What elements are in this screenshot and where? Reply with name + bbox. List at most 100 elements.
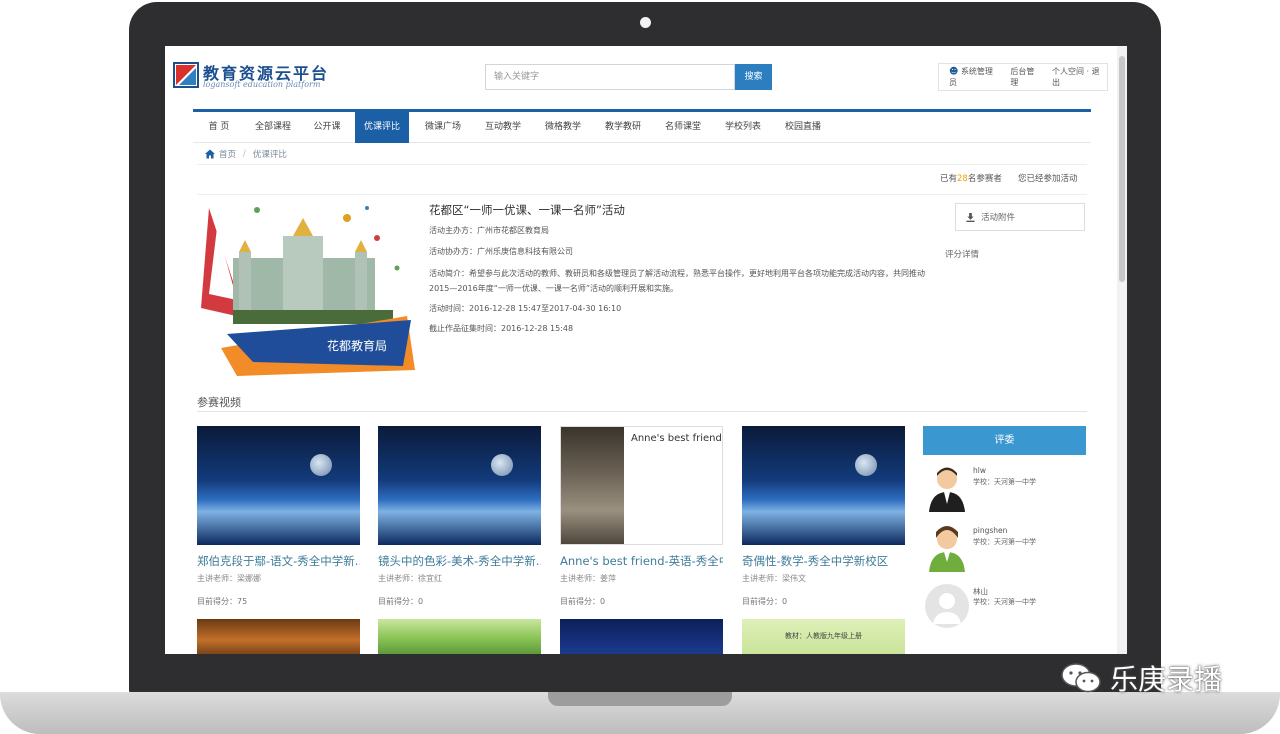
attachment-label: 活动附件 xyxy=(981,213,1016,223)
activity-time: 活动时间：2016-12-28 15:47至2017-04-30 16:10 xyxy=(429,304,622,313)
judges-header: 评委 xyxy=(923,426,1086,455)
banner-text: 花都教育局 xyxy=(327,338,387,353)
avatar xyxy=(925,524,969,572)
judge-item[interactable]: pingshen 学校：天河第一中学 xyxy=(923,524,1086,576)
wechat-icon xyxy=(1061,663,1101,693)
search-button[interactable]: 搜索 xyxy=(735,64,772,90)
user-menu: ☻ 系统管理员 后台管理 个人空间 · 退出 xyxy=(938,63,1108,91)
video-teacher: 主讲老师：徐宜红 xyxy=(378,574,442,583)
activity-intro: 活动简介：希望参与此次活动的教师、教研员和各级管理员了解活动流程，熟悉平台操作，… xyxy=(429,269,925,293)
nav-item-microteaching[interactable]: 微格教学 xyxy=(535,112,591,143)
video-title[interactable]: 郑伯克段于鄢-语文-秀全中学新... xyxy=(197,553,360,569)
video-teacher: 主讲老师：姜萍 xyxy=(560,574,616,583)
divider xyxy=(197,164,1087,165)
site-header: 教育资源云平台 logansoft education platform 输入关… xyxy=(165,46,1127,108)
user-icon: ☻ xyxy=(949,67,959,77)
nav-item-research[interactable]: 教学教研 xyxy=(595,112,651,143)
space-link[interactable]: 个人空间 · 退出 xyxy=(1052,66,1107,88)
judge-name: 林山 xyxy=(973,587,988,596)
video-title[interactable]: 镜头中的色彩-美术-秀全中学新... xyxy=(378,553,541,569)
attachment-button[interactable]: 活动附件 xyxy=(955,203,1085,231)
moon-graphic xyxy=(310,454,332,476)
judge-name: pingshen xyxy=(973,526,1008,535)
divider xyxy=(197,411,1087,412)
nav-item-live[interactable]: 校园直播 xyxy=(775,112,831,143)
video-teacher: 主讲老师：梁伟文 xyxy=(742,574,806,583)
webcam-icon xyxy=(640,17,651,28)
logo-subtitle: logansoft education platform xyxy=(203,80,321,89)
breadcrumb-current: 优课评比 xyxy=(252,150,287,160)
section-title: 参赛视频 xyxy=(197,396,241,409)
breadcrumb: 首页 / 优课评比 xyxy=(205,148,287,160)
avatar xyxy=(925,464,969,512)
video-thumbnail[interactable] xyxy=(197,426,360,545)
video-score: 目前得分：75 xyxy=(197,597,248,606)
judge-school: 学校：天河第一中学 xyxy=(973,598,1036,606)
video-title[interactable]: 奇偶性-数学-秀全中学新校区 xyxy=(742,553,905,569)
score-detail-link[interactable]: 评分详情 xyxy=(945,248,979,260)
nav-item-competition[interactable]: 优课评比 xyxy=(355,112,409,143)
nav-item-interactive[interactable]: 互动教学 xyxy=(475,112,531,143)
activity-organizer: 活动主办方：广州市花都区教育局 xyxy=(429,226,549,235)
user-link[interactable]: ☻ 系统管理员 xyxy=(949,66,1000,88)
laptop-notch xyxy=(548,692,732,706)
browser-screen: 教育资源云平台 logansoft education platform 输入关… xyxy=(165,46,1127,654)
watermark: 乐庚录播 xyxy=(1060,658,1222,698)
stats-count: 28 xyxy=(957,174,968,184)
space-label: 个人空间 xyxy=(1051,67,1084,76)
video-card[interactable]: 奇偶性-数学-秀全中学新校区 主讲老师：梁伟文 目前得分：0 xyxy=(742,426,905,607)
thumbnail-caption: 教材：人教版九年级上册 xyxy=(785,632,862,640)
video-card[interactable]: 郑伯克段于鄢-语文-秀全中学新... 主讲老师：梁娜娜 目前得分：75 xyxy=(197,426,360,607)
portrait-photo xyxy=(561,427,624,544)
nav-item-home[interactable]: 首 页 xyxy=(193,112,245,143)
video-thumbnail[interactable]: Anne's best friend xyxy=(560,426,723,545)
logo-icon xyxy=(173,62,199,88)
judge-item[interactable]: 林山 学校：天河第一中学 xyxy=(923,584,1086,636)
video-thumbnail[interactable] xyxy=(742,426,905,545)
admin-link[interactable]: 后台管理 xyxy=(1010,66,1042,88)
stats-suffix: 名参赛者 xyxy=(967,174,1002,184)
video-thumbnail[interactable] xyxy=(560,619,723,654)
joined-status: 您已经参加活动 xyxy=(1018,174,1078,184)
scrollbar-thumb[interactable] xyxy=(1119,56,1125,282)
breadcrumb-separator: / xyxy=(243,149,246,159)
activity-title: 花都区“一师一优课、一课一名师”活动 xyxy=(429,203,625,217)
nav-item-open-class[interactable]: 公开课 xyxy=(301,112,353,143)
participant-count: 已有28名参赛者 xyxy=(940,172,1002,184)
stats-prefix: 已有 xyxy=(940,174,958,184)
breadcrumb-home[interactable]: 首页 xyxy=(219,148,236,160)
video-thumbnail[interactable] xyxy=(378,619,541,654)
video-score: 目前得分：0 xyxy=(742,597,788,606)
moon-graphic xyxy=(855,454,877,476)
video-title[interactable]: Anne's best friend-英语-秀全中... xyxy=(560,553,723,569)
home-icon xyxy=(205,149,215,159)
nav-item-famous-teachers[interactable]: 名师课堂 xyxy=(655,112,711,143)
video-teacher: 主讲老师：梁娜娜 xyxy=(197,574,261,583)
video-score: 目前得分：0 xyxy=(560,597,606,606)
nav-item-schools[interactable]: 学校列表 xyxy=(715,112,771,143)
video-thumbnail[interactable]: 教材：人教版九年级上册 xyxy=(742,619,905,654)
activity-co-organizer: 活动协办方：广州乐庚信息科技有限公司 xyxy=(429,247,573,256)
download-icon xyxy=(966,212,975,222)
avatar xyxy=(925,584,969,628)
moon-graphic xyxy=(491,454,513,476)
video-card[interactable]: Anne's best friend Anne's best friend-英语… xyxy=(560,426,723,607)
thumbnail-title: Anne's best friend xyxy=(631,433,722,444)
video-thumbnail[interactable] xyxy=(197,619,360,654)
activity-deadline: 截止作品征集时间：2016-12-28 15:48 xyxy=(429,324,574,333)
main-nav: 首 页 全部课程 公开课 优课评比 微课广场 互动教学 微格教学 教学教研 名师… xyxy=(193,109,1091,143)
video-thumbnail[interactable] xyxy=(378,426,541,545)
search-input[interactable]: 输入关键字 xyxy=(485,64,735,90)
video-score: 目前得分：0 xyxy=(378,597,424,606)
nav-item-micro-lessons[interactable]: 微课广场 xyxy=(415,112,471,143)
watermark-text: 乐庚录播 xyxy=(1110,663,1223,696)
activity-banner-image: 花都教育局 xyxy=(197,198,415,378)
video-card[interactable]: 镜头中的色彩-美术-秀全中学新... 主讲老师：徐宜红 目前得分：0 xyxy=(378,426,541,607)
judge-school: 学校：天河第一中学 xyxy=(973,478,1036,486)
divider xyxy=(197,194,1087,195)
judge-item[interactable]: hlw 学校：天河第一中学 xyxy=(923,464,1086,516)
scrollbar[interactable] xyxy=(1117,46,1127,654)
nav-item-all-courses[interactable]: 全部课程 xyxy=(245,112,301,143)
judge-school: 学校：天河第一中学 xyxy=(973,538,1036,546)
judge-name: hlw xyxy=(973,466,986,475)
